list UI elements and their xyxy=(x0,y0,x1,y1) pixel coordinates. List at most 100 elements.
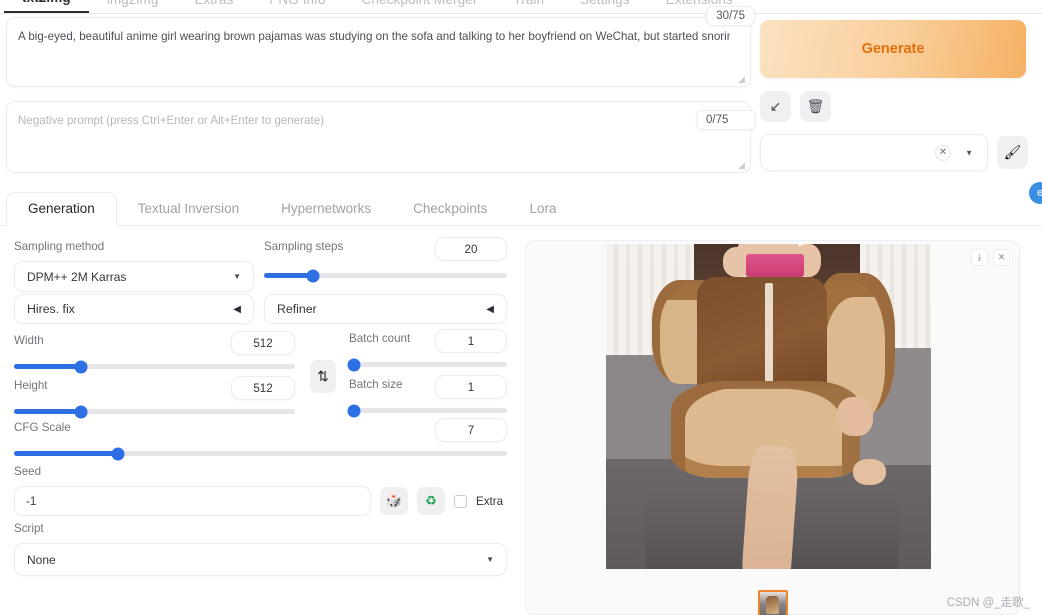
extra-seed-checkbox[interactable] xyxy=(454,494,467,508)
chevron-down-icon: ▼ xyxy=(486,555,494,564)
tab-checkpoint-merger[interactable]: Checkpoint Merger xyxy=(344,0,496,13)
image-foot xyxy=(853,458,886,485)
script-dropdown[interactable]: None ▼ xyxy=(14,543,507,576)
slider-fill xyxy=(14,364,82,369)
image-leg xyxy=(741,443,799,569)
batch-size-group: Batch size 1 xyxy=(347,375,507,417)
hires-fix-label: Hires. fix xyxy=(27,302,75,316)
apply-style-button[interactable]: 🖌 xyxy=(997,136,1028,169)
seed-input[interactable]: -1 xyxy=(14,486,371,516)
tab-lora[interactable]: Lora xyxy=(508,193,577,225)
result-thumbnail[interactable] xyxy=(757,590,788,615)
dice-icon: 🎲 xyxy=(385,493,403,508)
thumbnail-figure xyxy=(765,595,780,615)
tab-extras[interactable]: Extras xyxy=(176,0,251,13)
tab-textual-inversion[interactable]: Textual Inversion xyxy=(117,193,260,225)
tab-generation[interactable]: Generation xyxy=(6,192,117,226)
paintbrush-icon: 🖌 xyxy=(1003,144,1022,160)
height-value[interactable]: 512 xyxy=(231,376,295,400)
script-value: None xyxy=(27,552,56,567)
sampling-method-value: DPM++ 2M Karras xyxy=(27,269,127,284)
clear-prompt-button[interactable]: 🗑 xyxy=(800,91,831,122)
sampling-method-dropdown[interactable]: DPM++ 2M Karras ▼ xyxy=(14,261,254,292)
slider-knob[interactable] xyxy=(74,405,88,418)
cfg-scale-label: CFG Scale xyxy=(14,421,71,434)
reuse-seed-button[interactable]: ♻ xyxy=(417,487,445,515)
result-panel: ⤓ ✕ xyxy=(525,240,1020,615)
extra-seed-label: Extra xyxy=(476,494,504,508)
generated-image[interactable] xyxy=(606,244,931,569)
width-slider[interactable] xyxy=(14,360,295,373)
seed-group: Seed -1 🎲 ♻ Extra xyxy=(14,465,507,516)
script-group: Script None ▼ xyxy=(14,522,507,576)
recycle-icon: ♻ xyxy=(425,493,437,508)
generate-column: Generate ↙ 🗑 ✕ ▼ 🖌 xyxy=(760,20,1036,171)
slider-knob[interactable] xyxy=(111,447,125,460)
slider-fill xyxy=(14,451,118,456)
batch-size-slider[interactable] xyxy=(347,404,507,417)
positive-token-counter: 30/75 xyxy=(706,6,755,26)
cfg-scale-value[interactable]: 7 xyxy=(435,418,507,442)
width-value[interactable]: 512 xyxy=(231,331,295,355)
height-slider[interactable] xyxy=(14,405,295,418)
cfg-scale-group: CFG Scale 7 xyxy=(14,418,507,460)
parameter-tab-bar: Generation Textual Inversion Hypernetwor… xyxy=(0,186,1042,226)
triangle-left-icon: ◀ xyxy=(486,303,494,315)
image-pajama-placket xyxy=(765,283,774,387)
slider-knob[interactable] xyxy=(74,360,88,373)
generate-button[interactable]: Generate xyxy=(760,20,1026,78)
tab-checkpoints[interactable]: Checkpoints xyxy=(392,193,508,225)
trash-icon: 🗑 xyxy=(806,98,825,114)
image-hand-resting xyxy=(836,396,873,436)
hires-fix-accordion[interactable]: Hires. fix ◀ xyxy=(14,294,254,324)
sampling-steps-group: Sampling steps 20 xyxy=(264,237,507,282)
height-group: Height 512 xyxy=(14,376,295,418)
batch-size-value[interactable]: 1 xyxy=(435,375,507,399)
negative-prompt-box[interactable]: Negative prompt (press Ctrl+Enter or Alt… xyxy=(6,101,751,173)
negative-prompt-input[interactable]: Negative prompt (press Ctrl+Enter or Alt… xyxy=(18,113,730,130)
script-label: Script xyxy=(14,522,44,535)
slider-knob[interactable] xyxy=(347,404,361,417)
width-group: Width 512 xyxy=(14,331,295,373)
resize-grip-icon[interactable]: ◢ xyxy=(738,161,747,170)
tab-train[interactable]: Train xyxy=(495,0,562,13)
main-tab-bar: txt2img img2img Extras PNG Info Checkpoi… xyxy=(0,0,1042,14)
batch-count-group: Batch count 1 xyxy=(347,329,507,371)
positive-prompt-box[interactable]: A big-eyed, beautiful anime girl wearing… xyxy=(6,6,755,87)
download-icon[interactable]: ⤓ xyxy=(971,249,988,266)
positive-prompt-input[interactable]: A big-eyed, beautiful anime girl wearing… xyxy=(18,29,730,46)
batch-count-value[interactable]: 1 xyxy=(435,329,507,353)
chevron-down-icon[interactable]: ▼ xyxy=(965,148,973,157)
sampling-steps-slider[interactable] xyxy=(264,269,507,282)
triangle-left-icon: ◀ xyxy=(233,303,241,315)
refiner-accordion[interactable]: Refiner ◀ xyxy=(264,294,507,324)
slider-knob[interactable] xyxy=(306,269,320,282)
close-x-icon[interactable]: ✕ xyxy=(993,249,1010,266)
batch-count-slider[interactable] xyxy=(347,358,507,371)
slider-fill xyxy=(14,409,82,414)
cfg-scale-slider[interactable] xyxy=(14,447,507,460)
negative-token-counter: 0/75 xyxy=(696,110,756,130)
clear-x-icon[interactable]: ✕ xyxy=(935,144,951,161)
sampling-steps-value[interactable]: 20 xyxy=(435,237,507,261)
result-thumbnail-strip xyxy=(757,590,788,615)
read-generation-params-button[interactable]: ↙ xyxy=(760,91,791,122)
tab-hypernetworks[interactable]: Hypernetworks xyxy=(260,193,392,225)
prompt-column: A big-eyed, beautiful anime girl wearing… xyxy=(6,6,756,173)
styles-dropdown[interactable]: ✕ ▼ xyxy=(760,134,988,171)
tab-img2img[interactable]: img2img xyxy=(89,0,177,13)
swap-dimensions-button[interactable]: ⇅ xyxy=(310,360,336,393)
chevron-down-icon: ▼ xyxy=(233,272,241,281)
slider-knob[interactable] xyxy=(347,358,361,371)
resize-grip-icon[interactable]: ◢ xyxy=(738,75,747,84)
tab-settings[interactable]: Settings xyxy=(562,0,648,13)
generation-settings-panel: Sampling method DPM++ 2M Karras ▼ Sampli… xyxy=(0,232,520,615)
styles-row: ✕ ▼ 🖌 xyxy=(760,134,1036,171)
swap-dimensions-icon: ⇅ xyxy=(317,368,329,384)
tab-txt2img[interactable]: txt2img xyxy=(4,0,89,13)
tab-png-info[interactable]: PNG Info xyxy=(251,0,343,13)
prompt-action-row: ↙ 🗑 xyxy=(760,91,1036,122)
random-seed-button[interactable]: 🎲 xyxy=(380,487,408,515)
image-pink-phone xyxy=(745,253,805,277)
watermark-text: CSDN @_走歌_ xyxy=(946,597,1030,609)
